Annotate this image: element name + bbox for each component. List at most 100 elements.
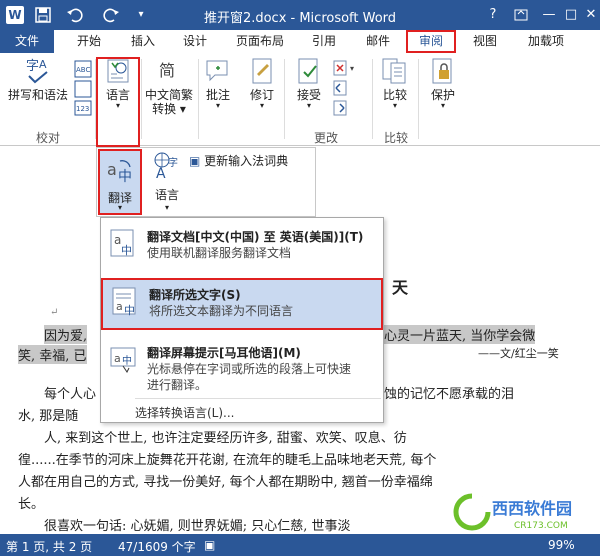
svg-text:ABC: ABC [76, 66, 90, 74]
update-ime-dictionary-button[interactable]: ▣ 更新输入法词典 [189, 152, 288, 169]
page-indicator[interactable]: 第 1 页, 共 2 页 [6, 538, 92, 555]
zoom-level[interactable]: 99% [548, 538, 575, 552]
doc-line: 每个人心 [44, 387, 97, 402]
undo-icon[interactable] [66, 6, 84, 24]
qat-customize-icon[interactable]: ▾ [132, 6, 150, 24]
compare-icon [382, 58, 406, 84]
doc-line: 因为爱, [44, 325, 88, 344]
svg-text:字: 字 [26, 59, 39, 74]
word-app-icon[interactable]: W [6, 6, 24, 24]
translate-button[interactable]: a 中 翻译 ▾ [98, 149, 142, 215]
svg-text:中: 中 [124, 304, 135, 316]
reject-previous-next-group[interactable]: ▾ [330, 59, 370, 122]
doc-line: 很喜欢一句话: 心妩媚, 则世界妩媚; 只心仁慈, 世事淡 [44, 519, 351, 534]
translate-menu: a 中 翻译文档[中文(中国) 至 英语(美国)](T) 使用联机翻译服务翻译文… [100, 217, 384, 423]
doc-title-fragment: 天 [392, 278, 409, 297]
tab-home[interactable]: 开始 [64, 30, 114, 53]
group-label-proofing: 校对 [36, 131, 61, 145]
svg-text:CR173.COM: CR173.COM [514, 521, 568, 531]
track-changes-icon [252, 58, 272, 84]
comments-button[interactable]: 批注 ▾ [200, 56, 236, 110]
doc-line: 心灵一片蓝天, 当你学会微 [384, 325, 536, 344]
svg-text:A: A [39, 58, 47, 71]
save-icon[interactable] [34, 6, 52, 24]
window-title: 推开窗2.docx - Microsoft Word [203, 11, 397, 26]
accept-button[interactable]: 接受 ▾ [290, 56, 328, 110]
doc-line: 人, 来到这个世上, 也许注定要经历许多, 甜蜜、欢笑、叹息、彷 [44, 431, 407, 446]
word-count-button[interactable]: ABC 123 [72, 59, 94, 120]
language-sub-button[interactable]: A 字 语言 ▾ [147, 150, 187, 212]
chevron-down-icon: ▾ [392, 101, 397, 110]
menu-item-translate-screentip[interactable]: a 中 翻译屏幕提示[马耳他语](M) 光标悬停在字词或所选的段落上可快速 进行… [101, 338, 383, 394]
doc-line: 蚀的记忆不愿承载的泪 [384, 387, 515, 402]
translate-screentip-icon: a 中 [110, 347, 136, 373]
svg-text:a: a [114, 352, 121, 365]
tab-insert[interactable]: 插入 [118, 30, 168, 53]
doc-line: 水, 那是随 [18, 409, 79, 424]
chevron-down-icon: ▾ [440, 101, 445, 110]
menu-item-translate-selection[interactable]: a 中 翻译所选文字(S) 将所选文本翻译为不同语言 [101, 278, 383, 330]
svg-text:西西软件园: 西西软件园 [492, 499, 572, 518]
doc-line: 笑, 幸福, 已 [18, 345, 87, 364]
proofing-status-icon[interactable]: ▣ [204, 538, 215, 552]
ribbon-review: 字 A 拼写和语法 ABC 123 校对 语言 ▾ 简 中文简繁 转换 ▾ 批注… [0, 53, 600, 147]
track-changes-button[interactable]: 修订 ▾ [244, 56, 280, 110]
minimize-button[interactable]: — [538, 5, 560, 25]
word-count-icon: ABC 123 [74, 60, 92, 116]
site-watermark: 西西软件园 CR173.COM [452, 492, 598, 532]
menu-item-translate-document[interactable]: a 中 翻译文档[中文(中国) 至 英语(美国)](T) 使用联机翻译服务翻译文… [101, 222, 383, 272]
compare-button[interactable]: 比较 ▾ [376, 56, 414, 110]
svg-text:▾: ▾ [350, 64, 354, 73]
chevron-down-icon: ▾ [306, 101, 311, 110]
svg-text:中: 中 [122, 354, 132, 367]
word-count[interactable]: 47/1609 个字 [118, 538, 196, 555]
tab-addins[interactable]: 加载项 [516, 30, 576, 53]
maximize-button[interactable]: □ [560, 5, 582, 25]
help-button[interactable]: ? [482, 5, 504, 25]
status-bar: 第 1 页, 共 2 页 47/1609 个字 ▣ 99% [0, 534, 600, 556]
chevron-down-icon: ▾ [215, 101, 220, 110]
translate-selection-icon: a 中 [112, 287, 136, 316]
spelling-icon: 字 A [26, 58, 48, 84]
lock-icon [432, 58, 452, 84]
watermark-logo-icon: 西西软件园 CR173.COM [453, 493, 572, 531]
doc-author: ——文/红尘一笑 [478, 347, 559, 360]
tab-references[interactable]: 引用 [300, 30, 348, 53]
ribbon-display-options-icon[interactable] [510, 5, 532, 25]
language-globe-icon: A 字 [154, 152, 178, 180]
tab-file[interactable]: 文件 [0, 30, 54, 53]
tab-page-layout[interactable]: 页面布局 [226, 30, 294, 53]
doc-line: 徨......在季节的河床上旋舞花开花谢, 在流年的睫毛上品味地老天荒, 每个 [18, 453, 437, 468]
tab-design[interactable]: 设计 [170, 30, 220, 53]
group-label-compare: 比较 [384, 131, 409, 145]
chinese-conversion-icon: 简 [159, 61, 175, 80]
doc-line: 人都在用自己的方式, 寻找一份美好, 每个人都在期盼中, 翘首一份幸福绵 [18, 475, 433, 490]
title-bar: W ▾ 推开窗2.docx - Microsoft Word ? — □ ✕ [0, 0, 600, 30]
svg-text:a: a [107, 160, 117, 179]
close-button[interactable]: ✕ [580, 5, 600, 25]
dictionary-icon: ▣ [189, 154, 201, 168]
tab-mailings[interactable]: 邮件 [354, 30, 402, 53]
svg-text:A: A [156, 166, 166, 180]
protect-button[interactable]: 保护 ▾ [424, 56, 462, 110]
language-dropdown-panel: a 中 翻译 ▾ A 字 语言 ▾ ▣ 更新输入法词典 [96, 147, 316, 217]
tab-view[interactable]: 视图 [462, 30, 508, 53]
svg-text:字: 字 [168, 156, 178, 169]
translate-document-icon: a 中 [110, 229, 134, 257]
menu-item-choose-language[interactable]: 选择转换语言(L)... [135, 404, 235, 421]
group-label-changes: 更改 [314, 131, 339, 145]
redo-icon[interactable] [102, 6, 120, 24]
chevron-down-icon: ▾ [117, 203, 122, 212]
ribbon-tabs: 文件 开始 插入 设计 页面布局 引用 邮件 审阅 视图 加载项 [0, 30, 600, 53]
reject-icon: ▾ [333, 60, 354, 116]
tab-review[interactable]: 审阅 [406, 30, 456, 53]
chevron-down-icon: ▾ [259, 101, 264, 110]
svg-text:简: 简 [159, 61, 175, 80]
accept-icon [298, 58, 318, 84]
comment-icon [206, 60, 228, 82]
spelling-grammar-button[interactable]: 字 A 拼写和语法 [4, 56, 72, 102]
doc-line: 长。 [18, 497, 45, 512]
chinese-conversion-button[interactable]: 简 中文简繁 转换 ▾ [142, 56, 196, 116]
translate-icon: a 中 [107, 160, 132, 185]
svg-text:中: 中 [121, 244, 132, 257]
